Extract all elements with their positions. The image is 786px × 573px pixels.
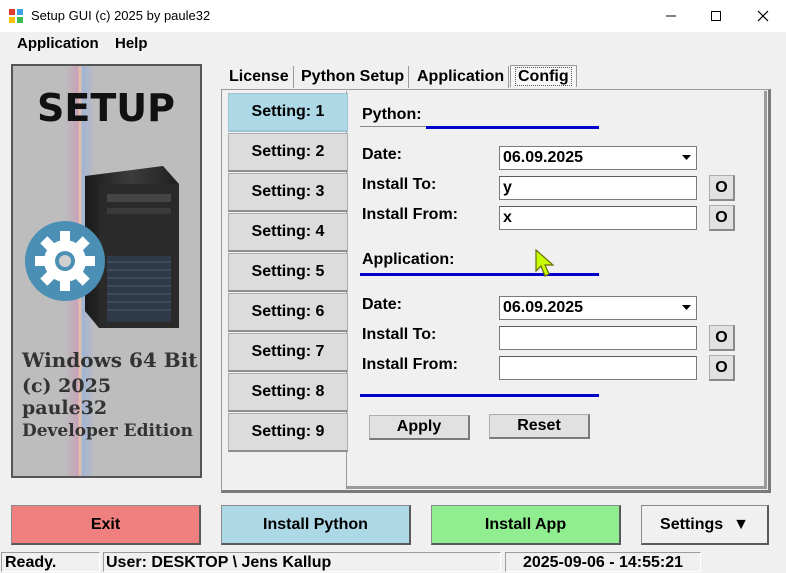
banner-line-3: Developer Edition — [22, 421, 193, 441]
application-install-to-open-button[interactable]: O — [709, 325, 735, 351]
install-app-button[interactable]: Install App — [431, 505, 621, 545]
status-user: User: DESKTOP \ Jens Kallup — [103, 552, 501, 572]
window-title: Setup GUI (c) 2025 by paule32 — [31, 8, 211, 23]
python-date-label: Date: — [362, 146, 403, 163]
settings-dropdown-button[interactable]: Settings ▼ — [641, 505, 769, 545]
application-install-from-label: Install From: — [362, 356, 459, 373]
application-install-from-open-button[interactable]: O — [709, 355, 735, 381]
close-button[interactable] — [740, 0, 786, 32]
apply-button[interactable]: Apply — [369, 415, 470, 440]
banner-heading: SETUP — [37, 86, 175, 130]
tab-application[interactable]: Application — [413, 66, 510, 88]
setting-2-button[interactable]: Setting: 2 — [228, 133, 348, 172]
python-install-from-open-button[interactable]: O — [709, 205, 735, 231]
maximize-icon — [711, 11, 721, 21]
menu-help[interactable]: Help — [115, 35, 148, 52]
close-icon — [757, 10, 769, 22]
setting-8-button[interactable]: Setting: 8 — [228, 373, 348, 412]
python-install-from-label: Install From: — [362, 206, 459, 223]
python-install-from-input[interactable]: x — [499, 206, 697, 230]
banner-line-1: Windows 64 Bit — [22, 348, 198, 372]
python-install-to-input[interactable]: y — [499, 176, 697, 200]
setting-6-button[interactable]: Setting: 6 — [228, 293, 348, 332]
tab-license[interactable]: License — [225, 66, 294, 88]
setting-7-button[interactable]: Setting: 7 — [228, 333, 348, 372]
setting-3-button[interactable]: Setting: 3 — [228, 173, 348, 212]
python-date-picker[interactable]: 06.09.2025 — [499, 146, 697, 170]
minimize-button[interactable] — [648, 0, 694, 32]
setting-4-button[interactable]: Setting: 4 — [228, 213, 348, 252]
bottom-section-rule — [360, 394, 599, 397]
tab-python-setup[interactable]: Python Setup — [297, 66, 410, 88]
setting-5-button[interactable]: Setting: 5 — [228, 253, 348, 292]
triangle-down-icon: ▼ — [733, 515, 749, 533]
setting-9-button[interactable]: Setting: 9 — [228, 413, 348, 452]
setting-1-button[interactable]: Setting: 1 — [228, 93, 348, 132]
application-section-rule — [360, 273, 599, 276]
python-section-title: Python: — [362, 106, 422, 123]
application-date-label: Date: — [362, 296, 403, 313]
python-section-rule-short — [360, 126, 426, 127]
mouse-cursor-icon — [535, 248, 557, 284]
exit-button[interactable]: Exit — [11, 505, 201, 545]
application-install-from-input[interactable] — [499, 356, 697, 380]
application-install-to-input[interactable] — [499, 326, 697, 350]
menu-application[interactable]: Application — [17, 35, 99, 52]
maximize-button[interactable] — [693, 0, 739, 32]
status-state: Ready. — [1, 552, 100, 572]
banner-line-2: (c) 2025 paule32 — [22, 375, 112, 419]
setup-banner-image: SETUP Windows 64 Bit (c) 2025 paule32 De… — [11, 64, 202, 478]
tab-config[interactable]: Config — [510, 65, 577, 87]
install-python-button[interactable]: Install Python — [221, 505, 411, 545]
chevron-down-icon[interactable] — [678, 149, 695, 167]
chevron-down-icon[interactable] — [678, 299, 695, 317]
application-section-title: Application: — [362, 251, 455, 268]
app-icon — [9, 9, 23, 23]
python-install-to-open-button[interactable]: O — [709, 175, 735, 201]
application-date-picker[interactable]: 06.09.2025 — [499, 296, 697, 320]
application-date-value: 06.09.2025 — [503, 299, 584, 316]
reset-button[interactable]: Reset — [489, 414, 590, 439]
status-datetime: 2025-09-06 - 14:55:21 — [505, 552, 701, 572]
minimize-icon — [666, 15, 676, 17]
settings-button-label: Settings — [660, 515, 724, 533]
application-install-to-label: Install To: — [362, 326, 437, 343]
tab-config-label: Config — [515, 67, 572, 86]
python-install-to-label: Install To: — [362, 176, 437, 193]
python-date-value: 06.09.2025 — [503, 149, 584, 166]
python-section-rule — [426, 126, 599, 129]
